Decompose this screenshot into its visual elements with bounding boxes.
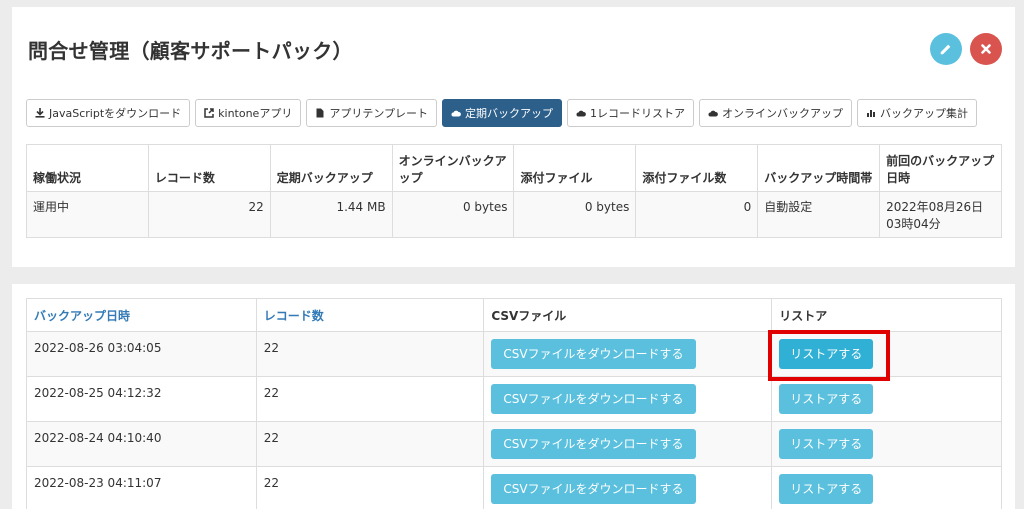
last-backup-datetime: 2022年08月26日03時04分	[879, 191, 1002, 238]
record-count: 22	[147, 191, 271, 238]
toolbar-label: 1レコードリストア	[590, 107, 685, 120]
backup-summary-button[interactable]: バックアップ集計	[857, 99, 977, 127]
column-header-restore: リストア	[771, 298, 1002, 332]
toolbar-label: JavaScriptをダウンロード	[49, 107, 182, 120]
table-header-row: バックアップ日時 レコード数 CSVファイル リストア	[26, 298, 1002, 332]
restore-button[interactable]: リストアする	[779, 429, 874, 459]
online-backup-button[interactable]: オンラインバックアップ	[699, 99, 852, 127]
edit-button[interactable]	[930, 33, 962, 65]
sort-by-date-link[interactable]: バックアップ日時	[34, 309, 130, 323]
table-row: 2022-08-24 04:10:40 22 CSVファイルをダウンロードする …	[26, 421, 1002, 467]
backup-history-panel: バックアップ日時 レコード数 CSVファイル リストア 2022-08-26 0…	[12, 284, 1015, 509]
cloud-icon	[451, 110, 461, 117]
cloud-icon	[708, 110, 718, 117]
external-link-icon	[204, 108, 214, 118]
download-javascript-button[interactable]: JavaScriptをダウンロード	[26, 99, 191, 127]
attachment-size: 0 bytes	[513, 191, 637, 238]
toolbar-label: オンラインバックアップ	[722, 107, 843, 120]
cloud-icon	[576, 110, 586, 117]
restore-button[interactable]: リストアする	[779, 339, 874, 369]
table-row: 運用中 22 1.44 MB 0 bytes 0 bytes 0 自動設定 20…	[26, 191, 1002, 238]
column-header: レコード数	[147, 144, 271, 192]
file-icon	[316, 108, 324, 118]
restore-button[interactable]: リストアする	[779, 474, 874, 504]
delete-button[interactable]	[970, 33, 1002, 65]
one-record-restore-button[interactable]: 1レコードリストア	[567, 99, 694, 127]
download-csv-button[interactable]: CSVファイルをダウンロードする	[491, 429, 696, 459]
toolbar: JavaScriptをダウンロード kintoneアプリ アプリテンプレート 定…	[26, 99, 982, 127]
toolbar-label: バックアップ集計	[880, 107, 968, 120]
column-header: バックアップ時間帯	[757, 144, 881, 192]
kintone-app-button[interactable]: kintoneアプリ	[195, 99, 302, 127]
backup-history-table: バックアップ日時 レコード数 CSVファイル リストア 2022-08-26 0…	[26, 298, 1002, 509]
download-csv-button[interactable]: CSVファイルをダウンロードする	[491, 474, 696, 504]
record-count: 22	[255, 466, 485, 509]
table-row: 2022-08-26 03:04:05 22 CSVファイルをダウンロードする …	[26, 331, 1002, 377]
column-header: 前回のバックアップ日時	[879, 144, 1002, 192]
record-count: 22	[255, 421, 485, 467]
toolbar-label: kintoneアプリ	[218, 107, 293, 120]
scheduled-backup-size: 1.44 MB	[269, 191, 393, 238]
toolbar-label: 定期バックアップ	[465, 107, 553, 120]
record-count: 22	[255, 331, 485, 377]
column-header: オンラインバックアップ	[391, 144, 515, 192]
backup-datetime: 2022-08-26 03:04:05	[26, 331, 257, 377]
download-csv-button[interactable]: CSVファイルをダウンロードする	[491, 339, 696, 369]
backup-datetime: 2022-08-23 04:11:07	[26, 466, 257, 509]
sort-by-records-link[interactable]: レコード数	[264, 309, 324, 323]
backup-time-slot: 自動設定	[757, 191, 881, 238]
table-header-row: 稼働状況 レコード数 定期バックアップ オンラインバックアップ 添付ファイル 添…	[26, 144, 1002, 192]
scheduled-backup-tab[interactable]: 定期バックアップ	[442, 99, 562, 127]
record-count: 22	[255, 376, 485, 422]
toolbar-label: アプリテンプレート	[329, 107, 428, 120]
column-header-records: レコード数	[255, 298, 485, 332]
pencil-icon	[940, 44, 951, 55]
app-summary-panel: 問合せ管理（顧客サポートパック） JavaScriptをダウンロード kinto…	[12, 7, 1015, 267]
download-csv-button[interactable]: CSVファイルをダウンロードする	[491, 384, 696, 414]
restore-button[interactable]: リストアする	[779, 384, 874, 414]
column-header-csv: CSVファイル	[483, 298, 773, 332]
attachment-count: 0	[635, 191, 759, 238]
download-icon	[35, 108, 45, 118]
column-header: 定期バックアップ	[269, 144, 393, 192]
backup-datetime: 2022-08-25 04:12:32	[26, 376, 257, 422]
column-header: 添付ファイル数	[635, 144, 759, 192]
column-header: 稼働状況	[26, 144, 149, 192]
bar-chart-icon	[867, 110, 875, 117]
online-backup-size: 0 bytes	[391, 191, 515, 238]
column-header: 添付ファイル	[513, 144, 637, 192]
table-row: 2022-08-23 04:11:07 22 CSVファイルをダウンロードする …	[26, 466, 1002, 509]
close-icon	[981, 44, 991, 54]
backup-datetime: 2022-08-24 04:10:40	[26, 421, 257, 467]
column-header-date: バックアップ日時	[26, 298, 257, 332]
table-row: 2022-08-25 04:12:32 22 CSVファイルをダウンロードする …	[26, 376, 1002, 422]
page-title: 問合せ管理（顧客サポートパック）	[28, 39, 353, 63]
operation-status: 運用中	[26, 191, 149, 238]
backup-status-table: 稼働状況 レコード数 定期バックアップ オンラインバックアップ 添付ファイル 添…	[26, 144, 1002, 238]
app-template-button[interactable]: アプリテンプレート	[306, 99, 437, 127]
